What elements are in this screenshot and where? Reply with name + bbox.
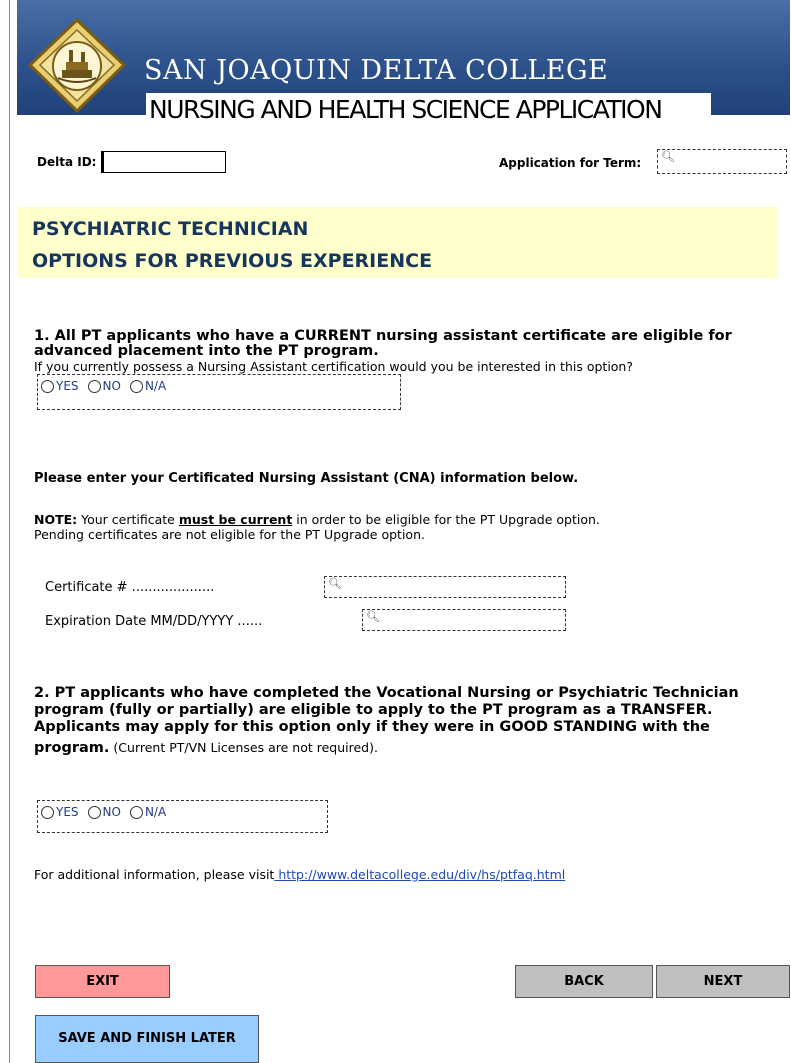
info-link[interactable]: http://www.deltacollege.edu/div/hs/ptfaq… xyxy=(274,867,565,882)
term-label: Application for Term: xyxy=(499,156,642,170)
question2-line4-rest: (Current PT/VN Licenses are not required… xyxy=(109,740,378,755)
expiration-label: Expiration Date MM/DD/YYYY ...... xyxy=(45,614,263,629)
cna-note-line2: Pending certificates are not eligible fo… xyxy=(34,527,425,542)
cna-note-line1: NOTE: Your certificate must be current i… xyxy=(34,512,600,527)
question2-line4-bold: program. xyxy=(34,740,110,756)
note-text: Your certificate xyxy=(77,512,179,527)
cna-heading: Please enter your Certificated Nursing A… xyxy=(34,471,579,486)
radio-q1-no[interactable]: NO xyxy=(87,379,121,393)
question2-line4: program. (Current PT/VN Licenses are not… xyxy=(34,737,378,756)
radio-q1-na[interactable]: N/A xyxy=(129,379,167,393)
additional-info: For additional information, please visit… xyxy=(34,867,565,882)
delta-id-label: Delta ID: xyxy=(37,155,97,169)
radio-q2-yes[interactable]: YES xyxy=(41,805,79,819)
left-border xyxy=(9,0,10,1063)
exit-button[interactable]: EXIT xyxy=(35,965,170,998)
back-button[interactable]: BACK xyxy=(515,965,653,998)
radio-label: NO xyxy=(102,805,121,819)
application-title: NURSING AND HEALTH SCIENCE APPLICATION xyxy=(146,93,711,126)
radio-button-icon xyxy=(41,379,54,393)
note-text-rest: in order to be eligible for the PT Upgra… xyxy=(292,512,600,527)
radio-q1-yes[interactable]: YES xyxy=(41,379,79,393)
radio-button-icon xyxy=(41,805,54,819)
term-lookup-field[interactable]: 🔍︎ xyxy=(657,149,787,174)
radio-label: N/A xyxy=(144,805,167,819)
radio-label: N/A xyxy=(144,379,167,393)
question1-line1: 1. All PT applicants who have a CURRENT … xyxy=(34,328,732,344)
radio-button-icon xyxy=(129,379,143,393)
radio-button-icon xyxy=(87,379,101,393)
question1-line2: advanced placement into the PT program. xyxy=(34,343,379,359)
section-title: PSYCHIATRIC TECHNICIAN xyxy=(32,218,309,240)
college-seal-logo xyxy=(26,17,128,114)
info-text: For additional information, please visit xyxy=(34,867,275,882)
radio-q2-na[interactable]: N/A xyxy=(129,805,167,819)
search-icon: 🔍︎ xyxy=(661,150,675,163)
note-label: NOTE: xyxy=(34,512,78,527)
expiration-date-field[interactable]: 🔍︎ xyxy=(362,609,566,631)
certificate-number-field[interactable]: 🔍︎ xyxy=(324,576,566,598)
radio-label: YES xyxy=(56,805,79,819)
question2-line3: Applicants may apply for this option onl… xyxy=(34,719,710,735)
save-and-finish-later-button[interactable]: SAVE AND FINISH LATER xyxy=(35,1015,259,1063)
college-name: SAN JOAQUIN DELTA COLLEGE xyxy=(144,55,609,86)
radio-label: YES xyxy=(56,379,79,393)
section-subtitle: OPTIONS FOR PREVIOUS EXPERIENCE xyxy=(32,250,433,272)
question2-line2: program (fully or partially) are eligibl… xyxy=(34,702,713,718)
radio-label: NO xyxy=(102,379,121,393)
question1-radio-group: YES NO N/A xyxy=(37,374,401,410)
next-button[interactable]: NEXT xyxy=(656,965,790,998)
question2-radio-group: YES NO N/A xyxy=(37,800,328,833)
radio-q2-no[interactable]: NO xyxy=(87,805,121,819)
delta-id-input[interactable] xyxy=(101,151,226,173)
search-icon: 🔍︎ xyxy=(328,577,342,590)
radio-button-icon xyxy=(87,805,101,819)
search-icon: 🔍︎ xyxy=(366,610,380,623)
radio-button-icon xyxy=(129,805,143,819)
note-emphasis: must be current xyxy=(178,512,293,527)
certificate-label: Certificate # .................... xyxy=(45,580,215,595)
question1-prompt: If you currently possess a Nursing Assis… xyxy=(34,359,633,374)
question2-line1: 2. PT applicants who have completed the … xyxy=(34,685,739,701)
